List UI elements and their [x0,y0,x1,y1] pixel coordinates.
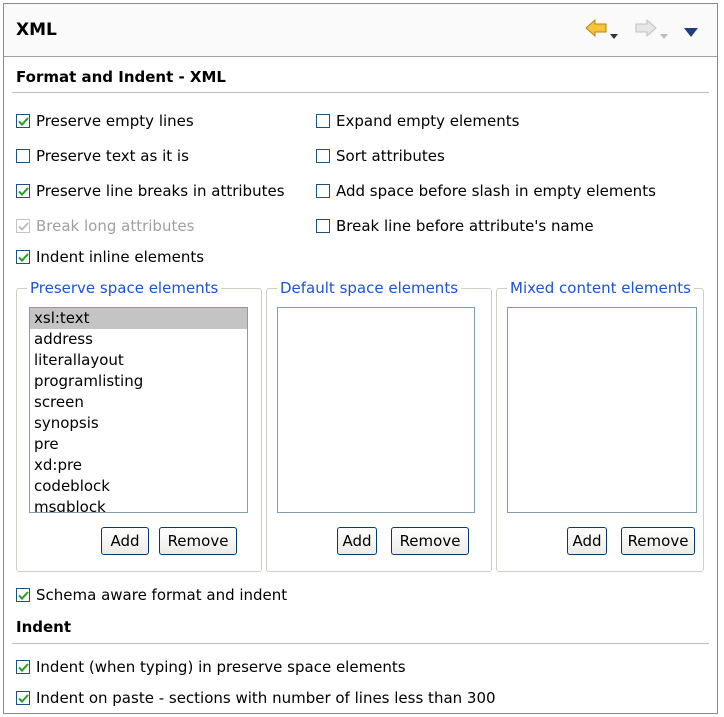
page-header: XML [4,4,717,57]
checkbox-box[interactable] [16,149,30,163]
list-item[interactable]: screen [30,392,247,413]
indent-paste-checkbox[interactable]: Indent on paste - sections with number o… [16,689,496,707]
checkbox-label: Preserve text as it is [36,147,189,165]
preserve-space-add-button[interactable]: Add [101,527,149,555]
checkmark-icon [18,253,29,262]
default-space-remove-button[interactable]: Remove [391,527,469,555]
checkbox-box[interactable] [16,250,30,264]
list-item[interactable]: synopsis [30,413,247,434]
forward-arrow-icon [635,18,657,38]
group-title: Default space elements [277,279,462,297]
default-space-add-button[interactable]: Add [337,527,377,555]
expand-empty-checkbox[interactable]: Expand empty elements [316,112,519,130]
preserve-space-remove-button[interactable]: Remove [159,527,237,555]
group-title: Preserve space elements [27,279,222,297]
checkmark-icon [18,694,29,703]
list-item[interactable]: pre [30,434,247,455]
preserve-empty-lines-checkbox[interactable]: Preserve empty lines [16,112,194,130]
list-item[interactable]: msgblock [30,497,247,512]
checkbox-label: Preserve empty lines [36,112,194,130]
group-title: Mixed content elements [507,279,694,297]
preserve-text-checkbox[interactable]: Preserve text as it is [16,147,189,165]
mixed-content-remove-button[interactable]: Remove [621,527,695,555]
break-before-attr-checkbox[interactable]: Break line before attribute's name [316,217,594,235]
checkmark-icon [18,222,29,231]
preferences-panel: XML Format and Indent - XML Preserve emp… [3,3,718,714]
section-title-format: Format and Indent - XML [16,68,226,86]
list-item[interactable]: address [30,329,247,350]
checkbox-box[interactable] [16,588,30,602]
checkbox-box[interactable] [316,219,330,233]
checkbox-box[interactable] [316,149,330,163]
checkbox-label: Indent (when typing) in preserve space e… [36,658,406,676]
back-button[interactable] [584,18,608,40]
forward-button[interactable] [634,18,658,40]
checkbox-label: Schema aware format and indent [36,586,288,604]
checkmark-icon [18,591,29,600]
checkmark-icon [18,663,29,672]
list-item[interactable]: literallayout [30,350,247,371]
preserve-space-group: Preserve space elements xsl:text address… [16,279,262,572]
default-space-list[interactable] [277,307,475,513]
checkbox-label: Sort attributes [336,147,445,165]
checkbox-label: Break line before attribute's name [336,217,594,235]
checkbox-box[interactable] [316,114,330,128]
default-space-group: Default space elements Add Remove [266,279,492,572]
break-long-attributes-checkbox[interactable]: Break long attributes [16,217,194,235]
list-item[interactable]: xd:pre [30,455,247,476]
sort-attributes-checkbox[interactable]: Sort attributes [316,147,445,165]
checkmark-icon [18,117,29,126]
separator [12,643,709,644]
checkbox-label: Add space before slash in empty elements [336,182,656,200]
list-item[interactable]: xsl:text [30,308,247,329]
back-dropdown-icon[interactable] [610,26,618,48]
mixed-content-list[interactable] [507,307,697,513]
checkbox-label: Break long attributes [36,217,195,235]
checkbox-box[interactable] [16,660,30,674]
list-item[interactable]: programlisting [30,371,247,392]
preserve-line-breaks-checkbox[interactable]: Preserve line breaks in attributes [16,182,285,200]
preserve-space-list[interactable]: xsl:text address literallayout programli… [29,307,248,513]
checkbox-box[interactable] [16,184,30,198]
checkbox-label: Indent on paste - sections with number o… [36,689,496,707]
separator [12,92,709,93]
checkbox-label: Preserve line breaks in attributes [36,182,285,200]
mixed-content-group: Mixed content elements Add Remove [496,279,704,572]
schema-aware-checkbox[interactable]: Schema aware format and indent [16,586,287,604]
section-title-indent: Indent [16,618,72,636]
checkbox-box[interactable] [16,691,30,705]
add-space-slash-checkbox[interactable]: Add space before slash in empty elements [316,182,656,200]
back-arrow-icon [585,18,607,38]
checkmark-icon [18,187,29,196]
indent-typing-checkbox[interactable]: Indent (when typing) in preserve space e… [16,658,406,676]
checkbox-box[interactable] [16,114,30,128]
forward-dropdown-icon[interactable] [660,26,668,48]
checkbox-box[interactable] [316,184,330,198]
list-item[interactable]: codeblock [30,476,247,497]
indent-inline-checkbox[interactable]: Indent inline elements [16,248,204,266]
view-menu-icon[interactable] [684,24,698,46]
page-title: XML [16,20,57,40]
checkbox-box[interactable] [16,219,30,233]
mixed-content-add-button[interactable]: Add [567,527,607,555]
checkbox-label: Indent inline elements [36,248,205,266]
checkbox-label: Expand empty elements [336,112,520,130]
